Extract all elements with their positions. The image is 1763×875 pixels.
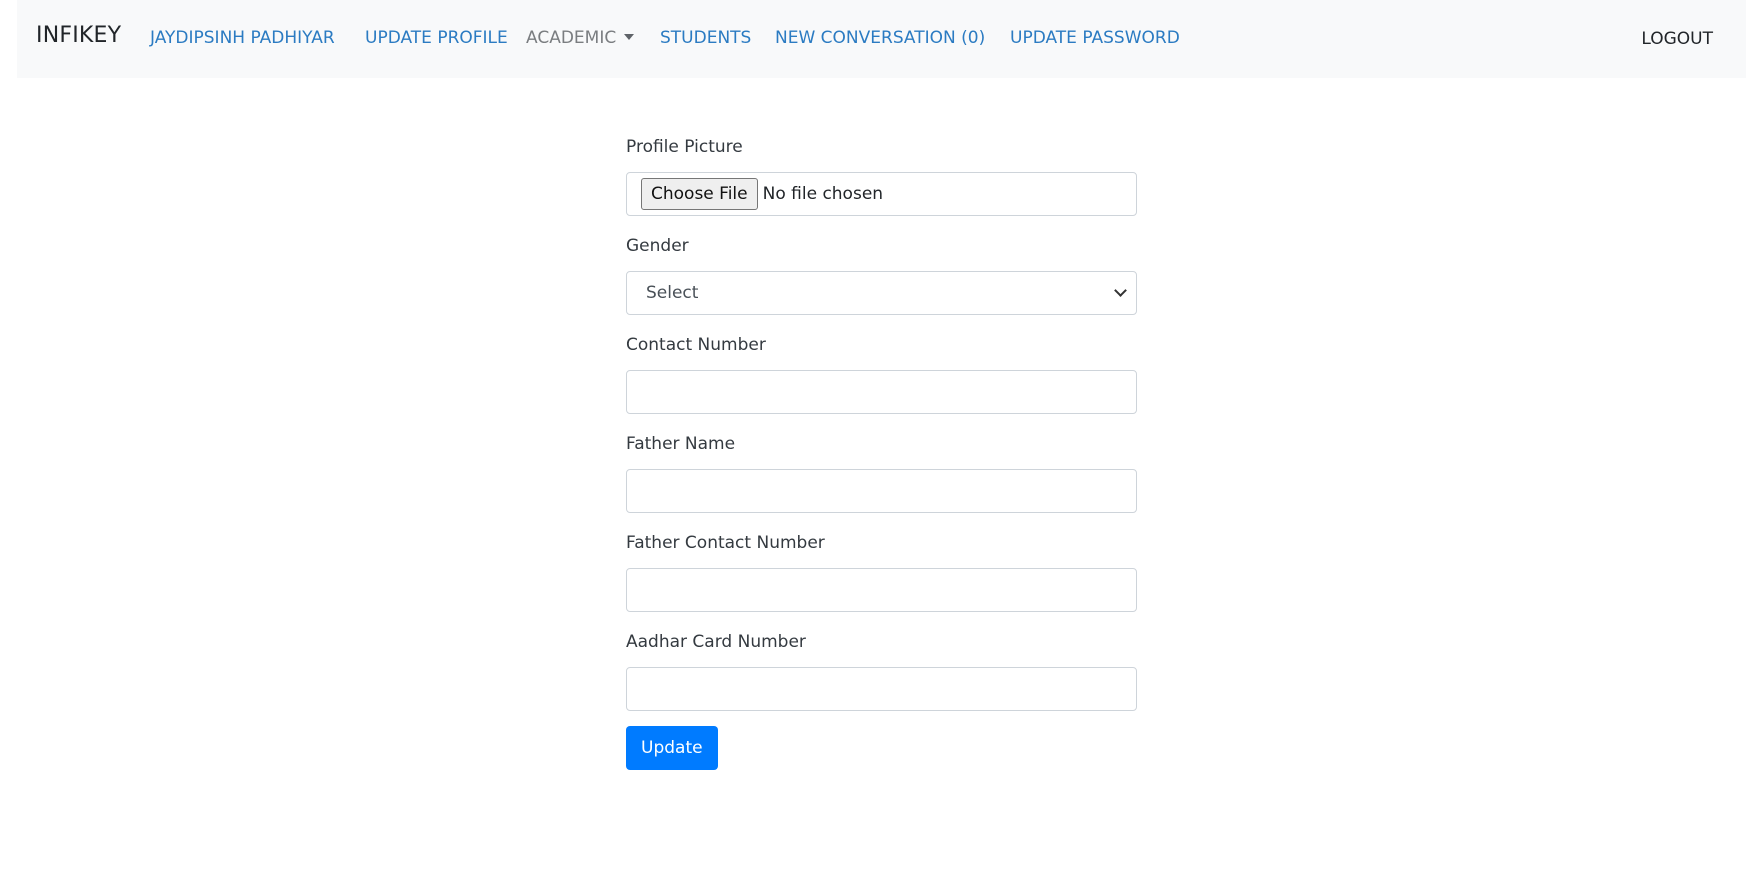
father-name-label: Father Name [626, 434, 736, 454]
chevron-down-icon [1114, 284, 1127, 297]
father-name-group: Father Name [626, 430, 1137, 513]
gender-selected-value: Select [646, 283, 699, 303]
aadhar-card-number-label: Aadhar Card Number [626, 632, 806, 652]
top-navbar: INFIKEY JAYDIPSINH PADHIYAR UPDATE PROFI… [17, 0, 1746, 78]
father-contact-number-group: Father Contact Number [626, 529, 1137, 612]
profile-update-form: Profile Picture Choose File No file chos… [626, 133, 1137, 770]
father-contact-number-label: Father Contact Number [626, 533, 825, 553]
logout-link[interactable]: LOGOUT [1641, 29, 1713, 49]
file-status-text: No file chosen [762, 184, 884, 204]
contact-number-input[interactable] [626, 370, 1137, 414]
nav-update-password[interactable]: UPDATE PASSWORD [1010, 28, 1180, 48]
choose-file-button[interactable]: Choose File [641, 178, 758, 210]
nav-academic-label: ACADEMIC [526, 28, 617, 48]
nav-update-profile[interactable]: UPDATE PROFILE [365, 28, 508, 48]
gender-select[interactable]: Select [626, 271, 1137, 315]
caret-down-icon [624, 34, 635, 40]
aadhar-card-number-group: Aadhar Card Number [626, 628, 1137, 711]
brand-logo[interactable]: INFIKEY [36, 23, 121, 48]
nav-students[interactable]: STUDENTS [660, 28, 751, 48]
father-name-input[interactable] [626, 469, 1137, 513]
aadhar-card-number-input[interactable] [626, 667, 1137, 711]
father-contact-number-input[interactable] [626, 568, 1137, 612]
contact-number-group: Contact Number [626, 331, 1137, 414]
nav-academic-dropdown[interactable]: ACADEMIC [526, 28, 635, 48]
profile-picture-input[interactable]: Choose File No file chosen [626, 172, 1137, 216]
nav-new-conversation[interactable]: NEW CONVERSATION (0) [775, 28, 985, 48]
profile-picture-label: Profile Picture [626, 137, 743, 157]
nav-user-name[interactable]: JAYDIPSINH PADHIYAR [150, 28, 335, 48]
gender-label: Gender [626, 236, 689, 256]
contact-number-label: Contact Number [626, 335, 766, 355]
gender-group: Gender Select [626, 232, 1137, 315]
profile-picture-group: Profile Picture Choose File No file chos… [626, 133, 1137, 216]
update-button[interactable]: Update [626, 726, 718, 770]
